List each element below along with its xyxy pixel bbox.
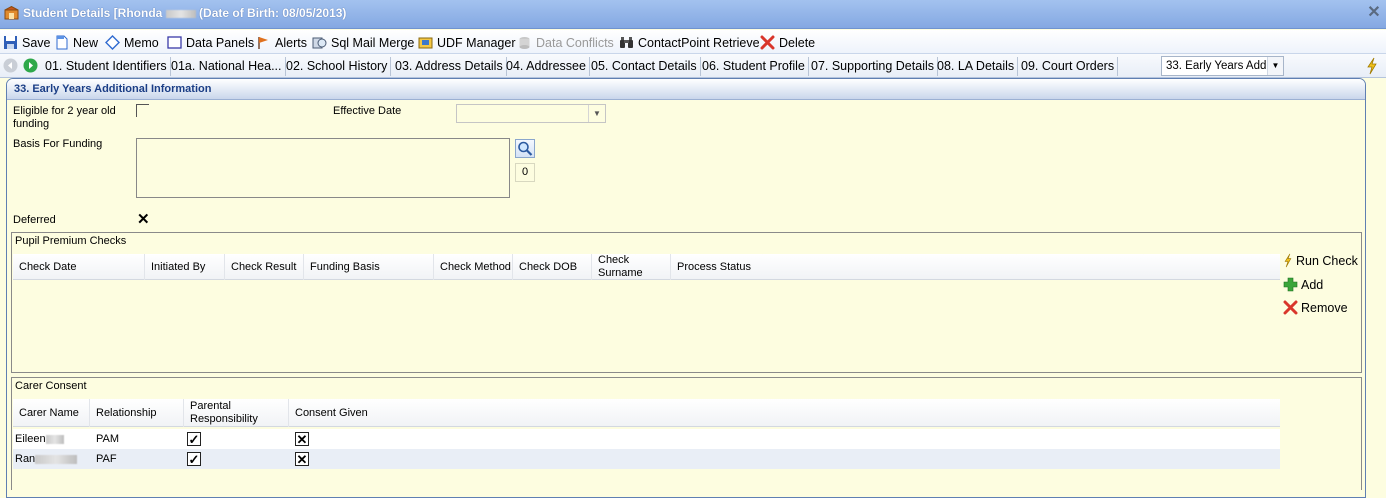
column-header[interactable]: Process Status — [671, 254, 1280, 280]
add-plus-icon — [1283, 277, 1298, 292]
udf-manager-icon — [418, 37, 433, 49]
column-header[interactable]: Funding Basis — [304, 254, 434, 280]
close-icon[interactable]: ✕ — [1366, 5, 1382, 21]
tab-contact-details[interactable]: 05. Contact Details — [588, 57, 701, 76]
run-check-button[interactable]: Run Check — [1283, 253, 1358, 268]
delete-button[interactable]: Delete — [760, 34, 815, 51]
basis-for-funding-textarea[interactable] — [136, 138, 510, 198]
memo-button[interactable]: Memo — [105, 34, 159, 51]
effective-date-field[interactable]: ▼ — [456, 104, 606, 123]
carer-name: Eileen — [15, 429, 64, 449]
eligible-label: Eligible for 2 year old funding — [13, 105, 116, 130]
column-header[interactable]: Check DOB — [513, 254, 592, 280]
window-title-bar: Student Details [Rhonda (Date of Birth: … — [0, 0, 1386, 29]
contactpoint-retrieve-button[interactable]: ContactPoint Retrieve — [619, 34, 760, 51]
relationship: PAM — [96, 433, 120, 445]
tab-addressee[interactable]: 04. Addressee — [503, 57, 590, 76]
alerts-button[interactable]: Alerts — [256, 34, 307, 51]
remove-x-icon — [1283, 300, 1298, 315]
carer-name: Ran — [15, 449, 78, 469]
mail-merge-icon — [312, 37, 327, 49]
chevron-down-icon: ▼ — [588, 105, 605, 122]
alert-flag-icon — [258, 37, 268, 49]
basis-character-count: 0 — [515, 163, 535, 182]
pupil-premium-title: Pupil Premium Checks — [15, 235, 127, 247]
magnifier-icon — [518, 141, 533, 156]
new-button[interactable]: New — [54, 34, 98, 51]
pupil-premium-grid[interactable]: Check Date Initiated By Check Result Fun… — [13, 254, 1280, 372]
deferred-checkbox[interactable]: ✕ — [137, 212, 150, 227]
save-icon — [4, 36, 17, 49]
column-header[interactable]: Check Surname — [592, 254, 671, 280]
table-row[interactable]: Eileen PAM ✓ ✕ — [13, 429, 1280, 449]
tab-bar: 01. Student Identifiers 01a. National He… — [0, 54, 1386, 78]
column-header[interactable]: Check Result — [225, 254, 304, 280]
lightning-icon — [1284, 253, 1292, 268]
tab-la-details[interactable]: 08. LA Details — [934, 57, 1019, 76]
tab-overflow-select[interactable]: 33. Early Years Addi ▼ — [1161, 56, 1284, 76]
column-header[interactable]: Check Method — [434, 254, 513, 280]
parental-responsibility-checkbox[interactable]: ✓ — [187, 432, 201, 446]
tab-court-orders[interactable]: 09. Court Orders — [1018, 57, 1119, 76]
tab-address-details[interactable]: 03. Address Details — [392, 57, 507, 76]
redacted-surname — [35, 454, 78, 464]
data-panels-button[interactable]: Data Panels — [167, 34, 254, 51]
pupil-premium-header: Check Date Initiated By Check Result Fun… — [13, 254, 1280, 280]
back-arrow-icon[interactable] — [3, 58, 18, 73]
panel-header: 33. Early Years Additional Information — [7, 79, 1365, 100]
chevron-down-icon: ▼ — [1267, 57, 1283, 75]
effective-date-label: Effective Date — [333, 105, 402, 117]
column-header[interactable]: Carer Name — [13, 399, 90, 427]
data-conflicts-icon — [519, 37, 530, 49]
carer-consent-header: Carer Name Relationship Parental Respons… — [13, 399, 1280, 427]
memo-icon — [105, 35, 120, 50]
relationship: PAF — [96, 453, 117, 465]
table-row[interactable]: Ran PAF ✓ ✕ — [13, 449, 1280, 469]
consent-given-checkbox[interactable]: ✕ — [295, 452, 309, 466]
basis-for-funding-label: Basis For Funding — [13, 138, 103, 150]
save-button[interactable]: Save — [3, 34, 51, 51]
student-app-icon — [4, 6, 19, 20]
eligible-checkbox[interactable] — [136, 104, 149, 117]
sql-mail-merge-button[interactable]: Sql Mail Merge — [312, 34, 414, 51]
column-header[interactable]: Consent Given — [289, 399, 1280, 427]
column-header[interactable]: Initiated By — [145, 254, 225, 280]
tab-supporting-details[interactable]: 07. Supporting Details — [808, 57, 938, 76]
panel-title: 33. Early Years Additional Information — [14, 83, 212, 95]
forward-arrow-icon[interactable] — [23, 58, 38, 73]
column-header[interactable]: Relationship — [90, 399, 184, 427]
toolbar: Save New Memo Data Panels Alerts Sql Mai… — [0, 30, 1386, 54]
tab-student-identifiers[interactable]: 01. Student Identifiers — [42, 57, 171, 76]
deferred-label: Deferred — [13, 214, 56, 226]
add-button[interactable]: Add — [1283, 277, 1323, 292]
carer-consent-title: Carer Consent — [15, 380, 87, 392]
window-title: Student Details [Rhonda (Date of Birth: … — [23, 6, 347, 20]
redacted-surname — [165, 9, 196, 18]
data-panels-icon — [167, 36, 182, 49]
tab-national-health[interactable]: 01a. National Hea... — [168, 57, 286, 76]
tab-school-history[interactable]: 02. School History — [283, 57, 392, 76]
consent-given-checkbox[interactable]: ✕ — [295, 432, 309, 446]
delete-x-icon — [760, 35, 775, 50]
column-header[interactable]: Parental Responsibility — [184, 399, 289, 427]
data-conflicts-button[interactable]: Data Conflicts — [517, 34, 614, 51]
column-header[interactable]: Check Date — [13, 254, 145, 280]
parental-responsibility-checkbox[interactable]: ✓ — [187, 452, 201, 466]
tab-student-profile[interactable]: 06. Student Profile — [699, 57, 809, 76]
lookup-button[interactable] — [515, 139, 535, 158]
new-document-icon — [56, 35, 68, 50]
redacted-surname — [45, 434, 64, 444]
lightning-icon[interactable] — [1365, 57, 1379, 75]
udf-manager-button[interactable]: UDF Manager — [418, 34, 516, 51]
remove-button[interactable]: Remove — [1283, 300, 1348, 315]
binoculars-icon — [620, 37, 633, 48]
